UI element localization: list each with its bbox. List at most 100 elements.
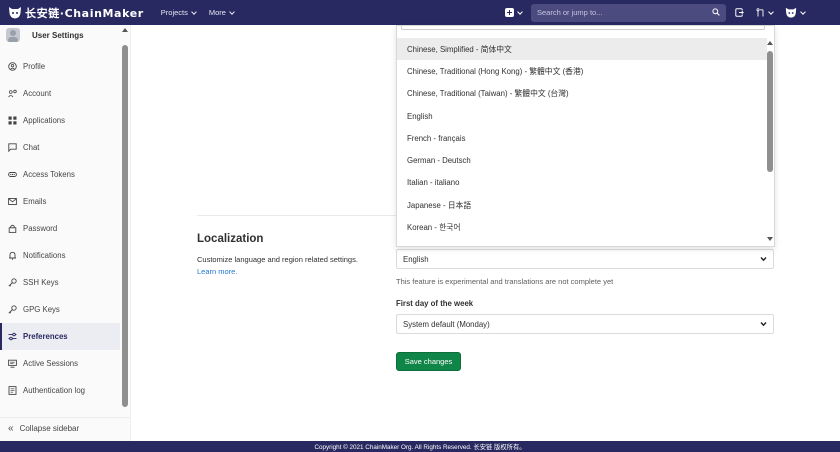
- first-day-select-value: System default (Monday): [403, 319, 490, 329]
- language-option[interactable]: Japanese - 日本語: [397, 194, 767, 216]
- nav-projects-label: Projects: [160, 8, 188, 17]
- sidebar-scrollbar[interactable]: [122, 45, 128, 407]
- brand-mascot-icon: [8, 6, 22, 19]
- applications-icon: [8, 116, 17, 125]
- sidebar-item-label: Preferences: [23, 332, 68, 341]
- settings-sidebar: User Settings Profile Account Applicatio…: [0, 25, 131, 441]
- token-icon: [8, 172, 17, 177]
- user-avatar-dropdown[interactable]: [785, 7, 806, 18]
- language-select[interactable]: English: [396, 249, 774, 269]
- mail-icon: [8, 198, 17, 205]
- sidebar-item-password[interactable]: Password: [0, 215, 120, 242]
- sidebar-item-ssh-keys[interactable]: SSH Keys: [0, 269, 120, 296]
- nav-more-dropdown[interactable]: More: [208, 8, 235, 17]
- sidebar-item-label: Authentication log: [23, 386, 85, 395]
- sidebar-item-label: Profile: [23, 62, 46, 71]
- language-dropdown-list: Chinese, Simplified - 简体中文 Chinese, Trad…: [396, 25, 775, 247]
- nav-right: [505, 0, 817, 25]
- collapse-sidebar-label: Collapse sidebar: [19, 424, 80, 433]
- chevron-down-icon: [229, 8, 235, 15]
- merge-request-icon: [756, 8, 764, 17]
- sidebar-item-label: Notifications: [23, 251, 66, 260]
- dropdown-scrollbar[interactable]: [767, 51, 773, 172]
- nav-more-label: More: [208, 8, 226, 17]
- language-option[interactable]: Chinese, Simplified - 简体中文: [397, 38, 767, 60]
- localization-description: Customize language and region related se…: [197, 254, 387, 278]
- sidebar-item-applications[interactable]: Applications: [0, 107, 120, 134]
- issues-icon: [735, 8, 744, 17]
- sidebar-item-label: GPG Keys: [23, 305, 60, 314]
- user-avatar: [6, 28, 20, 42]
- sidebar-item-label: Applications: [23, 116, 66, 125]
- new-item-dropdown[interactable]: [505, 8, 523, 17]
- learn-more-link[interactable]: Learn more.: [197, 267, 237, 276]
- sidebar-item-active-sessions[interactable]: Active Sessions: [0, 350, 120, 377]
- sidebar-item-emails[interactable]: Emails: [0, 188, 120, 215]
- key-icon: [8, 278, 17, 287]
- language-select-value: English: [403, 254, 429, 264]
- brand-logo[interactable]: 长安链·ChainMaker: [8, 0, 144, 25]
- search-box[interactable]: [531, 3, 726, 22]
- sidebar-title: User Settings: [32, 30, 84, 40]
- nav-projects-dropdown[interactable]: Projects: [160, 8, 197, 17]
- issues-button[interactable]: [735, 8, 744, 17]
- chevron-down-icon: [760, 320, 767, 329]
- search-icon[interactable]: [712, 7, 720, 18]
- merge-requests-dropdown[interactable]: [756, 8, 774, 17]
- top-navbar: 长安链·ChainMaker Projects More: [0, 0, 840, 25]
- sidebar-item-authentication-log[interactable]: Authentication log: [0, 377, 120, 404]
- sidebar-item-label: Account: [23, 89, 52, 98]
- preferences-icon: [8, 332, 17, 341]
- sidebar-item-account[interactable]: Account: [0, 80, 120, 107]
- sidebar-item-label: Access Tokens: [23, 170, 75, 179]
- scroll-up-arrow-icon[interactable]: [122, 28, 128, 32]
- language-option[interactable]: German - Deutsch: [397, 149, 767, 171]
- sidebar-item-label: Password: [23, 224, 58, 233]
- language-option[interactable]: Chinese, Traditional (Hong Kong) - 繁體中文 …: [397, 60, 767, 82]
- chevron-down-icon: [517, 8, 523, 15]
- sidebar-item-notifications[interactable]: Notifications: [0, 242, 120, 269]
- chevron-down-icon: [191, 8, 197, 15]
- nav-menu: Projects More: [161, 0, 247, 25]
- brand-name: 长安链·ChainMaker: [25, 6, 144, 20]
- sidebar-item-gpg-keys[interactable]: GPG Keys: [0, 296, 120, 323]
- sidebar-item-access-tokens[interactable]: Access Tokens: [0, 161, 120, 188]
- sidebar-item-label: Chat: [23, 143, 40, 152]
- first-day-label: First day of the week: [396, 299, 474, 308]
- profile-icon: [8, 62, 17, 71]
- language-option[interactable]: Chinese, Traditional (Taiwan) - 繁體中文 (台灣…: [397, 82, 767, 104]
- scroll-up-arrow-icon[interactable]: [767, 41, 773, 45]
- collapse-sidebar-button[interactable]: « Collapse sidebar: [0, 417, 130, 439]
- sidebar-item-label: Emails: [23, 197, 47, 206]
- double-chevron-left-icon: «: [8, 422, 14, 434]
- plus-square-icon: [505, 8, 514, 17]
- chevron-down-icon: [760, 255, 767, 264]
- lock-icon: [8, 224, 17, 233]
- language-option[interactable]: Italian - italiano: [397, 171, 767, 193]
- chat-icon: [8, 143, 17, 152]
- footer-copyright: Copyright © 2021 ChainMaker Org. All Rig…: [314, 444, 526, 451]
- account-icon: [8, 89, 17, 98]
- sidebar-item-label: SSH Keys: [23, 278, 59, 287]
- log-icon: [8, 386, 17, 395]
- language-option[interactable]: English: [397, 105, 767, 127]
- nav-icons: [735, 7, 817, 18]
- chevron-down-icon: [800, 8, 806, 15]
- scroll-down-arrow-icon[interactable]: [767, 237, 773, 241]
- sidebar-item-label: Active Sessions: [23, 359, 79, 368]
- sidebar-item-profile[interactable]: Profile: [0, 53, 120, 80]
- chevron-down-icon: [768, 8, 774, 15]
- first-day-select[interactable]: System default (Monday): [396, 314, 774, 334]
- language-option[interactable]: Korean - 한국어: [397, 216, 767, 238]
- language-option[interactable]: French - français: [397, 127, 767, 149]
- save-changes-button[interactable]: Save changes: [396, 352, 461, 371]
- localization-title: Localization: [197, 233, 264, 245]
- sidebar-item-chat[interactable]: Chat: [0, 134, 120, 161]
- localization-description-text: Customize language and region related se…: [197, 255, 358, 264]
- page-footer: Copyright © 2021 ChainMaker Org. All Rig…: [0, 441, 840, 452]
- sidebar-header[interactable]: User Settings: [0, 25, 120, 45]
- dropdown-search-input[interactable]: [401, 26, 765, 30]
- sidebar-item-preferences[interactable]: Preferences: [0, 323, 120, 350]
- search-input[interactable]: [537, 8, 697, 17]
- language-option[interactable]: Portuguese (Brazil) - português (Brasil): [397, 238, 767, 247]
